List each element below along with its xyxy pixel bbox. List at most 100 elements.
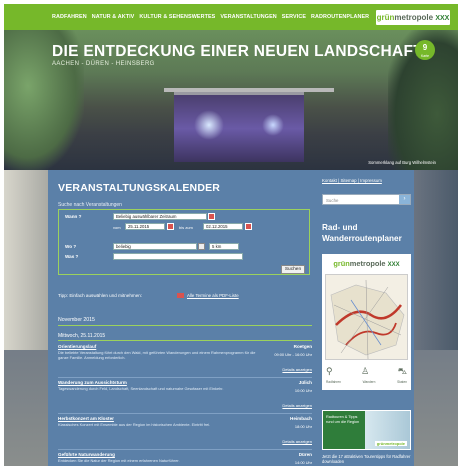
divider (58, 325, 312, 326)
tourentipps-banner[interactable]: Radtouren & Tipps rund um die Region grü… (322, 410, 411, 450)
event-title-link[interactable]: Wanderung zum Aussichtsturm (58, 380, 312, 385)
event-place: Heimbach (290, 416, 312, 421)
routeplanner-teaser[interactable]: grünmetropole XXX ⚲ ♙ ⛍ Radfahren Wander… (322, 254, 411, 390)
event-title-link[interactable]: Geführte Naturwanderung (58, 452, 312, 457)
site-search-field[interactable]: Suche › (322, 194, 411, 205)
chevron-down-icon[interactable] (198, 243, 205, 250)
utility-links[interactable]: Kontakt | Sitemap | Impressum (322, 178, 382, 183)
crowd-right (414, 170, 458, 350)
search-input[interactable]: Suche (326, 198, 338, 203)
map-pin-number: 9 (422, 43, 428, 52)
event-item: Wanderung zum Aussichtsturm Jülich Tages… (58, 380, 312, 410)
divider (58, 449, 312, 450)
activity-icon-labels: Radfahren Wandern Skaten (326, 380, 407, 384)
page-title: VERANSTALTUNGSKALENDER (58, 182, 221, 194)
calendar-icon[interactable] (245, 223, 252, 230)
route-map-image[interactable] (325, 274, 408, 360)
event-description: Tageswanderung durch Feld, Landschaft, S… (58, 386, 224, 391)
logo-mark: XXX (435, 15, 450, 22)
event-details-link[interactable]: Details anzeigen (282, 403, 312, 408)
nav-item-service[interactable]: SERVICE (282, 14, 306, 20)
event-time: 14:00 Uhr (294, 460, 312, 465)
hero-caption: Sommerklang auf Burg Wilhelmstein (368, 160, 436, 165)
was-label: Was ? (65, 254, 79, 259)
event-description: Die beliebte Veranstaltung führt durch d… (58, 350, 256, 360)
pdf-icon (177, 293, 184, 298)
hero-image-light (262, 114, 284, 136)
wann-label: Wann ? (65, 214, 82, 219)
sidebar: Kontakt | Sitemap | Impressum Suche › Ra… (319, 170, 414, 466)
divider (58, 413, 312, 414)
activity-label: Skaten (397, 380, 407, 384)
nav-item-kultur[interactable]: KULTUR & SEHENSWERTES (139, 14, 215, 20)
logo-text-green: grün (333, 259, 350, 268)
logo-text-grey: metropole (349, 259, 386, 268)
tourentipps-text[interactable]: Jetzt die 17 attraktiven Tourentipps für… (322, 454, 414, 464)
bis-date-input[interactable]: 02.12.2015 (203, 223, 243, 230)
nav-item-radfahren[interactable]: RADFAHREN (52, 14, 87, 20)
month-heading: November 2015 (58, 317, 95, 323)
event-details-link[interactable]: Details anzeigen (282, 439, 312, 444)
event-time: 09:00 Uhr - 16:00 Uhr (274, 352, 312, 357)
car-icon[interactable]: ⛍ (398, 366, 407, 378)
event-calendar-panel: VERANSTALTUNGSKALENDER Suche nach Verans… (48, 170, 319, 466)
event-time: 10:00 Uhr (294, 388, 312, 393)
hero-image-light (194, 110, 224, 140)
banner-text: Radtouren & Tipps rund um die Region (326, 415, 360, 424)
von-date-input[interactable]: 25.11.2015 (125, 223, 165, 230)
wann-select[interactable]: Beliebig auswählbarer Zeitraum (113, 213, 207, 220)
hero-subtitle: AACHEN - DÜREN - HEINSBERG (52, 61, 155, 67)
map-pin-label: Karte (420, 54, 430, 58)
nav-items: RADFAHREN NATUR & AKTIV KULTUR & SEHENSW… (4, 14, 369, 20)
site-logo[interactable]: grünmetropole XXX (376, 10, 450, 25)
event-time: 18:00 Uhr (294, 424, 312, 429)
event-item: Geführte Naturwanderung Düren Entdecken … (58, 452, 312, 466)
banner-logo: grünmetropole (374, 441, 407, 446)
event-search-form: Wann ? Beliebig auswählbarer Zeitraum vo… (58, 209, 310, 275)
was-input[interactable] (113, 253, 243, 260)
divider (58, 340, 312, 341)
search-submit-button[interactable]: Suchen (281, 265, 305, 274)
page: RADFAHREN NATUR & AKTIV KULTUR & SEHENSW… (4, 4, 458, 466)
radius-select[interactable]: 5 km (209, 243, 239, 250)
nav-item-radroutenplaner[interactable]: RADROUTENPLANER (311, 14, 369, 20)
event-title-link[interactable]: Orientierungslauf (58, 344, 312, 349)
routeplanner-logo: grünmetropole XXX (322, 259, 411, 268)
event-place: Düren (298, 452, 312, 457)
event-place: Jülich (298, 380, 312, 385)
routeplanner-title: Rad- und Wanderroutenplaner (322, 223, 402, 243)
event-title-link[interactable]: Herbstkonzert am Kloster (58, 416, 312, 421)
pdf-download-link[interactable]: Alle Termine als PDF-Liste (187, 293, 239, 298)
event-item: Orientierungslauf Roetgen Die beliebte V… (58, 344, 312, 374)
map-pin-button[interactable]: 9 Karte (415, 40, 435, 60)
crowd-left (4, 170, 48, 350)
von-label: vom (113, 225, 121, 230)
event-description: Klassisches Konzert mit Ensemble aus der… (58, 422, 211, 427)
activity-icons: ⚲ ♙ ⛍ (326, 366, 407, 378)
event-description: Entdecken Sie die Natur der Region mit e… (58, 458, 180, 463)
calendar-icon[interactable] (208, 213, 215, 220)
logo-text-green: grün (376, 13, 395, 22)
calendar-icon[interactable] (167, 223, 174, 230)
tip-text: Tipp: Einfach auswählen und mitnehmen: (58, 293, 143, 298)
nav-item-natur-aktiv[interactable]: NATUR & AKTIV (92, 14, 135, 20)
search-label: Suche nach Veranstaltungen (58, 202, 122, 208)
top-navigation: RADFAHREN NATUR & AKTIV KULTUR & SEHENSW… (4, 4, 458, 30)
logo-mark: XXX (387, 262, 400, 268)
wo-label: Wo ? (65, 244, 77, 249)
event-item: Herbstkonzert am Kloster Heimbach Klassi… (58, 416, 312, 446)
logo-text-grey: metropole (394, 13, 434, 22)
hero-banner: DIE ENTDECKUNG EINER NEUEN LANDSCHAFT AA… (4, 30, 458, 170)
date-heading: Mittwoch, 25.11.2015 (58, 333, 106, 339)
bicycle-icon[interactable]: ⚲ (326, 366, 333, 378)
route-map-graphic (330, 279, 405, 360)
event-details-link[interactable]: Details anzeigen (282, 367, 312, 372)
activity-label: Radfahren (326, 380, 341, 384)
activity-label: Wandern (362, 380, 376, 384)
nav-item-veranstaltungen[interactable]: VERANSTALTUNGEN (220, 14, 276, 20)
wo-select[interactable]: beliebig (113, 243, 197, 250)
event-place: Roetgen (293, 344, 312, 349)
bis-label: bis zum (179, 225, 193, 230)
hiking-icon[interactable]: ♙ (361, 366, 369, 378)
search-button[interactable]: › (399, 195, 410, 204)
